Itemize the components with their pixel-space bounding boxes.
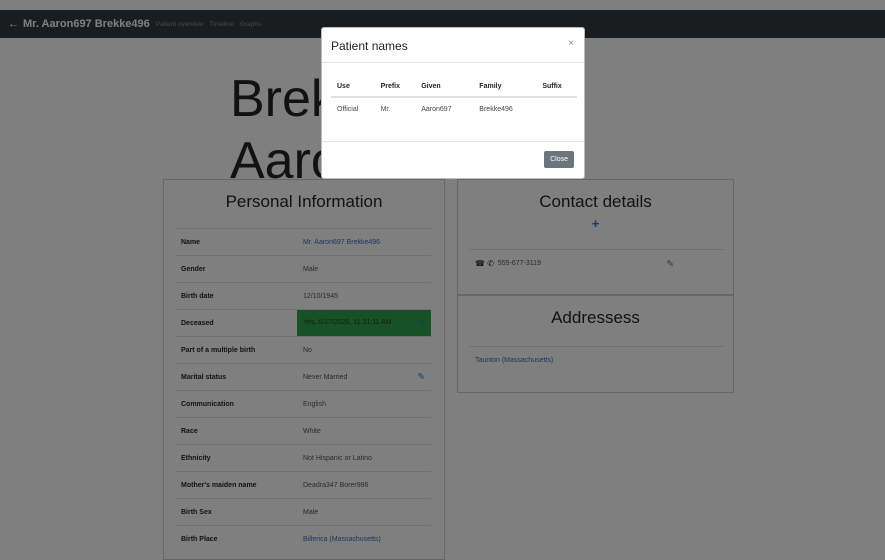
- modal-title: Patient names: [331, 39, 408, 53]
- column-header: Prefix: [374, 76, 416, 98]
- column-header: Suffix: [536, 76, 577, 98]
- cell-prefix: Mr.: [380, 106, 391, 113]
- column-header: Use: [331, 76, 375, 98]
- close-button[interactable]: Close: [544, 151, 574, 168]
- names-table: Use Prefix Given Family Suffix Official …: [331, 76, 577, 121]
- cell-suffix: [536, 97, 577, 121]
- modal-footer: Close: [322, 141, 584, 180]
- modal-header: Patient names ×: [322, 28, 584, 63]
- column-header: Family: [473, 76, 537, 98]
- table-header-row: Use Prefix Given Family Suffix: [331, 76, 577, 98]
- cell-family: Brekke496: [479, 106, 513, 113]
- cell-use: Official: [337, 106, 359, 113]
- patient-names-modal: Patient names × Use Prefix Given Family …: [321, 27, 585, 179]
- cell-given: Aaron697: [421, 106, 452, 113]
- close-icon[interactable]: ×: [568, 38, 574, 49]
- column-header: Given: [415, 76, 474, 98]
- table-row: Official Mr. Aaron697 Brekke496: [331, 97, 577, 121]
